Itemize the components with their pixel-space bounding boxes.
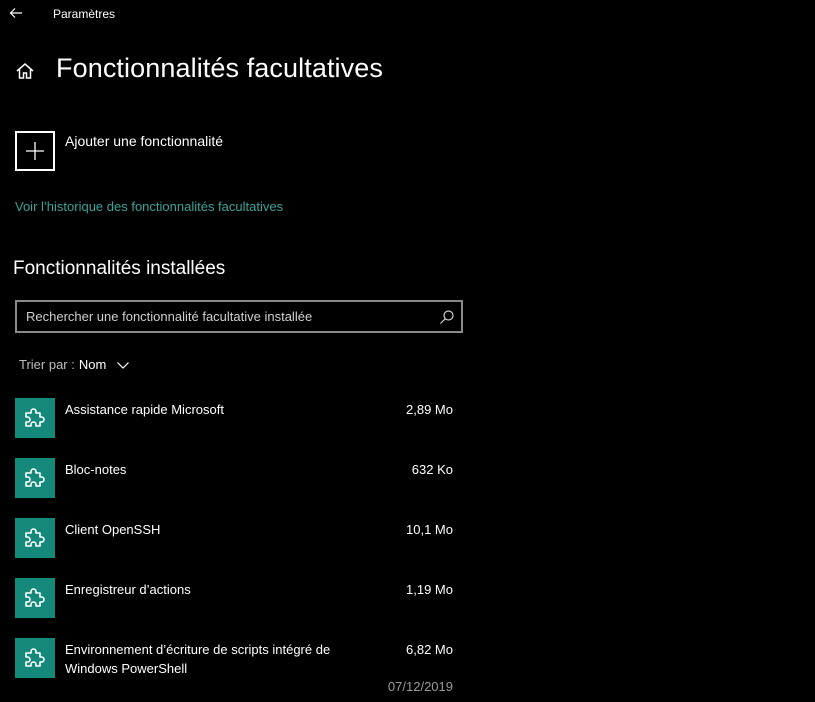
- home-icon: [16, 63, 34, 79]
- feature-tile: [15, 458, 55, 498]
- puzzle-icon: [25, 528, 45, 547]
- feature-tile: [15, 638, 55, 678]
- feature-name: Assistance rapide Microsoft: [65, 402, 224, 417]
- sort-control[interactable]: Trier par : Nom: [19, 357, 130, 372]
- feature-name: Environnement d’écriture de scripts inté…: [65, 642, 331, 676]
- puzzle-icon: [25, 468, 45, 487]
- feature-row[interactable]: Enregistreur d’actions 1,19 Mo: [15, 578, 460, 638]
- back-button[interactable]: [6, 3, 26, 23]
- chevron-down-icon[interactable]: [116, 358, 130, 372]
- feature-name: Enregistreur d’actions: [65, 582, 191, 597]
- puzzle-icon: [25, 588, 45, 607]
- feature-date: 07/12/2019: [387, 679, 453, 694]
- feature-tile: [15, 578, 55, 618]
- feature-tile: [15, 398, 55, 438]
- history-link[interactable]: Voir l’historique des fonctionnalités fa…: [15, 199, 283, 214]
- sort-value[interactable]: Nom: [79, 357, 106, 372]
- installed-heading: Fonctionnalités installées: [13, 258, 226, 279]
- feature-name: Bloc-notes: [65, 462, 127, 477]
- sort-label: Trier par :: [19, 357, 75, 372]
- search-input[interactable]: [26, 302, 426, 331]
- feature-row[interactable]: Assistance rapide Microsoft 2,89 Mo: [15, 398, 460, 458]
- feature-size: 632 Ko: [411, 462, 453, 477]
- feature-tile: [15, 518, 55, 558]
- arrow-left-icon: [9, 8, 22, 18]
- feature-size: 2,89 Mo: [406, 402, 453, 417]
- feature-row[interactable]: Client OpenSSH 10,1 Mo: [15, 518, 460, 578]
- feature-size: 6,82 Mo: [406, 642, 453, 657]
- home-button[interactable]: [12, 58, 38, 84]
- search-icon[interactable]: [439, 309, 455, 325]
- add-feature-label[interactable]: Ajouter une fonctionnalité: [65, 133, 223, 149]
- puzzle-icon: [25, 408, 45, 427]
- plus-icon: [26, 142, 44, 160]
- puzzle-icon: [25, 648, 45, 667]
- feature-size: 1,19 Mo: [406, 582, 453, 597]
- search-box[interactable]: [15, 300, 463, 333]
- add-feature-button[interactable]: [15, 131, 55, 171]
- feature-size: 10,1 Mo: [406, 522, 453, 537]
- window-title: Paramètres: [53, 7, 116, 21]
- page-title: Fonctionnalités facultatives: [56, 53, 383, 83]
- feature-row[interactable]: Bloc-notes 632 Ko: [15, 458, 460, 518]
- feature-name: Client OpenSSH: [65, 522, 161, 537]
- feature-row[interactable]: Environnement d’écriture de scripts inté…: [15, 638, 460, 702]
